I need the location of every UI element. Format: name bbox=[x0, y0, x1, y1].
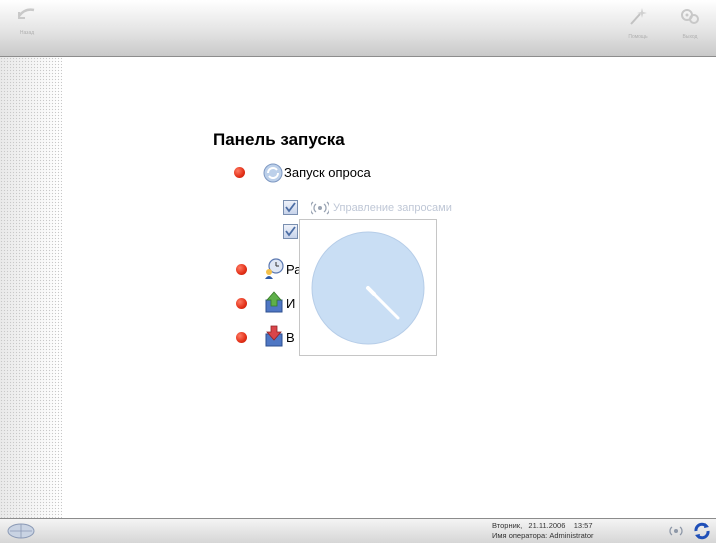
exit-label: Выход bbox=[682, 34, 698, 40]
back-button[interactable]: Назад bbox=[10, 6, 44, 36]
wait-overlay bbox=[299, 219, 437, 356]
status-time: 13:57 bbox=[573, 521, 593, 530]
export-link[interactable]: В bbox=[286, 330, 295, 345]
status-bullet bbox=[236, 298, 247, 309]
refresh-icon[interactable] bbox=[692, 521, 712, 541]
gears-icon bbox=[681, 9, 699, 24]
status-bar: Вторник, 21.11.2006 13:57 Имя оператора:… bbox=[0, 518, 716, 543]
manage-requests-label[interactable]: Управление запросами bbox=[333, 202, 452, 214]
help-label: Помощь bbox=[628, 34, 648, 40]
left-decoration bbox=[0, 57, 62, 518]
status-bullet bbox=[234, 167, 245, 178]
exit-button[interactable]: Выход bbox=[673, 6, 707, 40]
checkmark-icon bbox=[285, 226, 296, 237]
launch-poll-link[interactable]: Запуск опроса bbox=[284, 165, 371, 180]
status-bullet bbox=[236, 264, 247, 275]
checkbox-second-option[interactable] bbox=[283, 224, 298, 239]
signal-icon bbox=[311, 201, 329, 215]
operator-name: Administrator bbox=[549, 531, 594, 540]
page-title: Панель запуска bbox=[213, 130, 345, 149]
export-icon[interactable] bbox=[263, 325, 285, 347]
import-icon[interactable] bbox=[263, 291, 285, 313]
operator-label: Имя оператора: bbox=[492, 531, 548, 540]
status-datetime: Вторник, 21.11.2006 13:57 bbox=[492, 521, 593, 530]
refresh-icon[interactable] bbox=[262, 162, 284, 184]
wait-clock-icon bbox=[311, 231, 425, 345]
signal-icon[interactable] bbox=[667, 524, 685, 538]
status-operator: Имя оператора: Administrator bbox=[492, 531, 594, 540]
checkbox-manage-requests[interactable] bbox=[283, 200, 298, 215]
checkmark-icon bbox=[285, 202, 296, 213]
network-icon[interactable] bbox=[6, 522, 36, 540]
status-date: 21.11.2006 bbox=[528, 521, 566, 530]
back-label: Назад bbox=[19, 30, 35, 36]
help-button[interactable]: Помощь bbox=[621, 6, 655, 40]
magic-wand-icon bbox=[630, 8, 647, 25]
back-arrow-icon bbox=[18, 8, 35, 19]
status-day: Вторник bbox=[492, 521, 521, 530]
import-link[interactable]: И bbox=[286, 296, 295, 311]
top-toolbar: Назад Помощь Выход bbox=[0, 0, 716, 57]
status-bullet bbox=[236, 332, 247, 343]
clock-person-icon[interactable] bbox=[263, 257, 285, 279]
